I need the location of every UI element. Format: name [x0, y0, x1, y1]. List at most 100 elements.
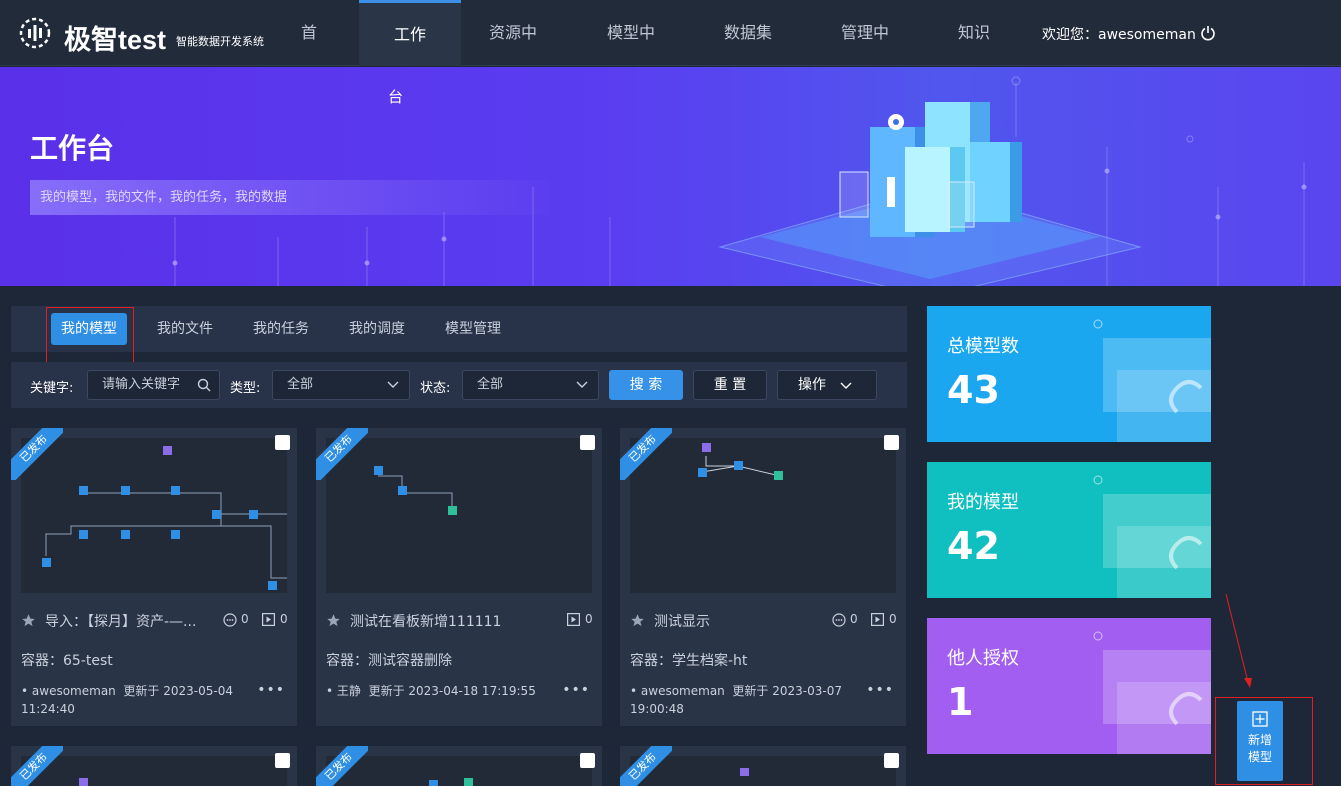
- city-illustration: [718, 102, 1142, 286]
- nav-home[interactable]: 首: [285, 0, 333, 66]
- tab-bar: 我的模型 我的文件 我的任务 我的调度 模型管理: [11, 306, 907, 352]
- brand-subtitle: 智能数据开发系统: [176, 35, 264, 48]
- tab-my-schedules[interactable]: 我的调度: [339, 313, 415, 345]
- model-title[interactable]: 测试在看板新增111111: [350, 611, 501, 631]
- comment-count: 0: [241, 612, 249, 626]
- model-title[interactable]: 测试显示: [654, 611, 710, 631]
- monitor-icon: [1093, 631, 1211, 754]
- add-model-label-1: 新增: [1247, 733, 1272, 747]
- stat-shared-models[interactable]: 他人授权 1: [927, 618, 1211, 754]
- chevron-down-icon: [840, 382, 852, 389]
- published-ribbon: 已发布: [620, 746, 672, 786]
- run-count: 0: [889, 612, 897, 626]
- select-checkbox[interactable]: [884, 435, 899, 450]
- search-button[interactable]: 搜 索: [609, 370, 683, 400]
- status-label: 状态:: [420, 381, 451, 396]
- select-checkbox[interactable]: [884, 753, 899, 768]
- monitor-icon: [1093, 475, 1211, 598]
- owner-name: awesomeman: [31, 684, 116, 698]
- select-checkbox[interactable]: [580, 435, 595, 450]
- tab-model-management[interactable]: 模型管理: [435, 313, 511, 345]
- more-icon[interactable]: •••: [562, 682, 590, 698]
- updated-time: 更新于 2023-04-18 17:19:55: [368, 684, 536, 698]
- keyword-input[interactable]: 请输入关键字: [87, 370, 220, 400]
- model-card[interactable]: 已发布 导入：【探月】资产-—... 0 0 容器：65-test • awes…: [11, 428, 297, 726]
- nav-resource-center[interactable]: 资源中: [470, 0, 556, 66]
- comment-icon: [832, 613, 846, 627]
- banner: 工作台 我的模型，我的文件，我的任务，我的数据: [0, 67, 1341, 286]
- comment-count: 0: [850, 612, 858, 626]
- tab-my-tasks[interactable]: 我的任务: [243, 313, 319, 345]
- published-ribbon: 已发布: [11, 746, 63, 786]
- nav-dataset[interactable]: 数据集: [705, 0, 791, 66]
- owner-name: awesomeman: [640, 684, 725, 698]
- stat-value: 43: [947, 368, 1000, 412]
- stat-label: 我的模型: [947, 492, 1019, 513]
- monitor-icon: [1093, 319, 1211, 442]
- play-icon: [262, 613, 275, 626]
- container-name: 容器：测试容器删除: [326, 653, 452, 669]
- operations-dropdown[interactable]: 操作: [777, 370, 877, 400]
- type-label: 类型:: [230, 381, 261, 396]
- stat-label: 总模型数: [947, 336, 1019, 357]
- nav-workbench-wrap: 台: [388, 88, 404, 106]
- operations-label: 操作: [798, 377, 826, 393]
- welcome-text: 欢迎您：awesomeman: [1042, 27, 1196, 43]
- star-icon[interactable]: [326, 613, 341, 628]
- stat-value: 42: [947, 524, 1000, 568]
- model-card[interactable]: 已发布: [11, 746, 297, 786]
- logo-icon: [19, 17, 51, 49]
- stat-total-models[interactable]: 总模型数 43: [927, 306, 1211, 442]
- container-name: 容器：65-test: [21, 653, 113, 669]
- model-card[interactable]: 已发布: [316, 746, 602, 786]
- published-ribbon: 已发布: [11, 428, 63, 480]
- more-icon[interactable]: •••: [257, 682, 285, 698]
- model-card[interactable]: 已发布 测试显示 0 0 容器：学生档案-ht • awesomeman 更新于…: [620, 428, 906, 726]
- chevron-down-icon: [387, 381, 399, 388]
- brand-name: 极智test: [64, 25, 167, 55]
- power-icon[interactable]: [1200, 25, 1216, 41]
- stat-label: 他人授权: [947, 648, 1019, 669]
- type-select[interactable]: 全部: [272, 370, 410, 400]
- status-select[interactable]: 全部: [462, 370, 599, 400]
- nav-workbench[interactable]: 工作: [359, 0, 461, 66]
- type-value: 全部: [287, 377, 314, 392]
- model-card[interactable]: 已发布: [620, 746, 906, 786]
- nav-model-center[interactable]: 模型中: [588, 0, 674, 66]
- star-icon[interactable]: [630, 613, 645, 628]
- select-checkbox[interactable]: [580, 753, 595, 768]
- status-value: 全部: [477, 377, 504, 392]
- add-model-button[interactable]: 新增 模型: [1237, 701, 1283, 781]
- search-icon: [197, 378, 211, 392]
- run-count: 0: [585, 612, 593, 626]
- keyword-placeholder: 请输入关键字: [102, 377, 181, 392]
- stat-value: 1: [947, 680, 974, 724]
- select-checkbox[interactable]: [275, 435, 290, 450]
- play-icon: [871, 613, 884, 626]
- stat-my-models[interactable]: 我的模型 42: [927, 462, 1211, 598]
- card-meta: • awesomeman 更新于 2023-03-07 19:00:48: [630, 684, 842, 716]
- model-title[interactable]: 导入：【探月】资产-—...: [45, 611, 196, 631]
- more-icon[interactable]: •••: [866, 682, 894, 698]
- top-nav: 极智test 智能数据开发系统 首 工作 资源中 模型中 数据集 管理中 知识 …: [0, 0, 1341, 66]
- add-model-label-2: 模型: [1247, 750, 1272, 764]
- published-ribbon: 已发布: [620, 428, 672, 480]
- chevron-down-icon: [576, 381, 588, 388]
- banner-title: 工作台: [30, 132, 115, 165]
- star-icon[interactable]: [21, 613, 36, 628]
- comment-icon: [223, 613, 237, 627]
- play-icon: [567, 613, 580, 626]
- model-card[interactable]: 已发布 测试在看板新增111111 0 容器：测试容器删除 • 王静 更新于 2…: [316, 428, 602, 726]
- owner-name: 王静: [336, 684, 361, 698]
- reset-button[interactable]: 重 置: [693, 370, 767, 400]
- banner-subtitle: 我的模型，我的文件，我的任务，我的数据: [30, 180, 550, 215]
- nav-management-center[interactable]: 管理中: [822, 0, 908, 66]
- card-meta: • awesomeman 更新于 2023-05-04 11:24:40: [21, 684, 233, 716]
- container-name: 容器：学生档案-ht: [630, 653, 748, 669]
- select-checkbox[interactable]: [275, 753, 290, 768]
- add-icon: [1252, 711, 1268, 727]
- nav-knowledge[interactable]: 知识: [945, 0, 1003, 66]
- published-ribbon: 已发布: [316, 428, 368, 480]
- run-count: 0: [280, 612, 288, 626]
- tab-my-files[interactable]: 我的文件: [147, 313, 223, 345]
